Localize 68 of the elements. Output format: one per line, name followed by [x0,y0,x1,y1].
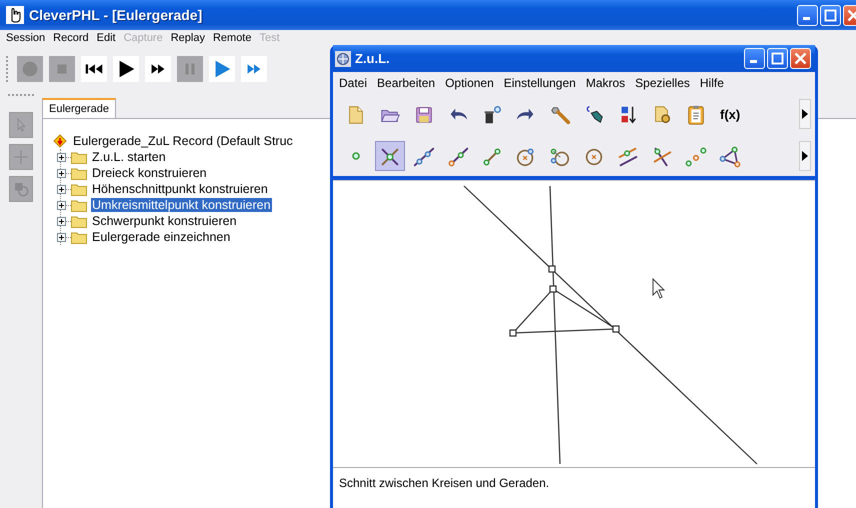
tab[interactable]: Eulergerade [42,98,116,118]
expand-toggle[interactable] [57,232,66,242]
expand-toggle[interactable] [57,216,66,226]
folder-icon [71,166,87,180]
window-title: Z.u.L. [355,51,390,66]
hand-icon [6,6,24,24]
clipboard-icon [685,103,707,127]
minimize-button[interactable] [744,48,765,69]
overflow-button[interactable] [799,141,811,171]
menu-item[interactable]: Bearbeiten [373,76,442,90]
menu-item[interactable]: Edit [92,32,120,44]
mouse-cursor-icon [652,278,666,299]
menu-item[interactable]: Session [2,32,50,44]
window-title: CleverPHL - [Eulergerade] [29,7,202,23]
expand-toggle[interactable] [57,184,66,194]
menu-item[interactable]: Remote [208,32,256,44]
intersection-tool[interactable] [375,141,405,171]
diamond-icon [53,134,67,148]
expand-toggle[interactable] [57,168,66,178]
menu-item[interactable]: Hilfe [696,76,730,90]
tree-item[interactable]: Umkreismittelpunkt konstruieren [91,198,272,212]
point-icon [352,152,360,160]
expand-toggle[interactable] [57,152,66,162]
minimize-icon [803,16,810,20]
status-text: Schnitt zwischen Kreisen und Geraden. [339,476,550,490]
tree-item[interactable]: Z.u.L. starten [91,150,167,164]
menu-item[interactable]: Datei [335,76,374,90]
fast-forward-button[interactable] [145,56,171,82]
menu-item[interactable]: Optionen [441,76,500,90]
maximize-icon [823,8,838,22]
close-button[interactable] [790,48,811,69]
function-button[interactable]: f(x) [715,99,746,129]
menu-item[interactable]: Record [49,32,93,44]
close-icon [793,51,808,66]
tree-item[interactable]: Dreieck konstruieren [91,166,208,180]
line-icon [447,145,469,169]
maximize-button[interactable] [820,4,841,26]
toolbar-grip[interactable] [6,56,11,82]
skip-back-button[interactable] [81,56,107,82]
arrow-right-icon [801,150,809,162]
folder-icon [71,150,87,164]
folder-icon [71,182,87,196]
folder-icon [71,214,87,228]
menu-item[interactable]: Einstellungen [500,76,582,90]
menu-item[interactable]: Spezielles [631,76,696,90]
tree-item[interactable]: Höhenschnittpunkt konstruieren [91,182,269,196]
crossing-lines-icon [651,145,673,169]
panel-grip[interactable] [8,94,34,98]
maximize-button[interactable] [767,48,788,69]
tree-item[interactable]: Eulergerade_ZuL Record (Default Struc [72,134,294,148]
minimize-icon [750,60,757,63]
arrow-right-icon [801,108,809,120]
folder-icon [71,230,87,244]
folder-icon [71,198,87,212]
overflow-button[interactable] [799,99,811,129]
globe-icon [335,50,351,66]
tree-item[interactable]: Eulergerade einzeichnen [91,230,232,244]
maximize-icon [770,51,785,66]
parallel-lines-icon [617,145,639,169]
tree-item[interactable]: Schwerpunkt konstruieren [91,214,238,228]
line-icon [413,145,435,169]
play-button[interactable] [113,56,139,82]
expand-toggle[interactable] [57,200,66,210]
menu-item[interactable]: Replay [166,32,209,44]
minimize-button[interactable] [797,4,818,26]
points-icon [685,145,707,169]
menu-item[interactable]: Makros [582,76,632,90]
triangle-icon [719,145,741,169]
